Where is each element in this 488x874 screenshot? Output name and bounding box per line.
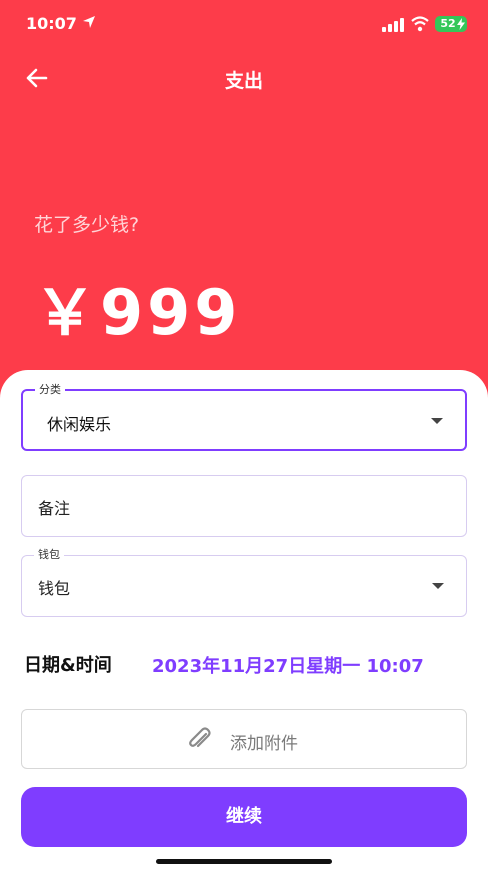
amount-value[interactable]: ￥999	[34, 262, 241, 352]
battery-indicator: 52	[435, 16, 467, 32]
home-indicator	[156, 859, 332, 864]
note-input[interactable]: 备注	[21, 475, 467, 537]
location-arrow-icon	[83, 16, 95, 28]
add-attachment-button[interactable]: 添加附件	[21, 709, 467, 769]
status-time: 10:07	[26, 14, 77, 33]
status-bar: 10:07 52	[0, 0, 488, 48]
wifi-icon	[411, 16, 429, 32]
cellular-signal-icon	[382, 18, 404, 32]
battery-level: 52	[440, 17, 456, 30]
note-placeholder: 备注	[38, 499, 71, 518]
datetime-label: 日期&时间	[24, 655, 112, 676]
paperclip-icon	[189, 727, 211, 748]
add-attachment-label: 添加附件	[230, 734, 298, 754]
charging-bolt-icon	[457, 18, 465, 30]
datetime-value[interactable]: 2023年11月27日星期一 10:07	[152, 652, 424, 678]
page-title: 支出	[224, 70, 263, 92]
wallet-select[interactable]: 钱包 钱包	[21, 548, 467, 617]
chevron-down-icon	[431, 418, 443, 424]
category-value: 休闲娱乐	[47, 415, 112, 434]
continue-button[interactable]: 继续	[21, 787, 467, 847]
wallet-value: 钱包	[38, 579, 71, 598]
header-background: 10:07 52 支出 花了多少钱? ￥999	[0, 0, 488, 420]
chevron-down-icon	[432, 583, 444, 589]
category-select[interactable]: 分类 休闲娱乐	[21, 383, 467, 451]
category-label: 分类	[35, 383, 65, 397]
wallet-label: 钱包	[34, 548, 64, 562]
amount-question: 花了多少钱?	[34, 214, 140, 236]
